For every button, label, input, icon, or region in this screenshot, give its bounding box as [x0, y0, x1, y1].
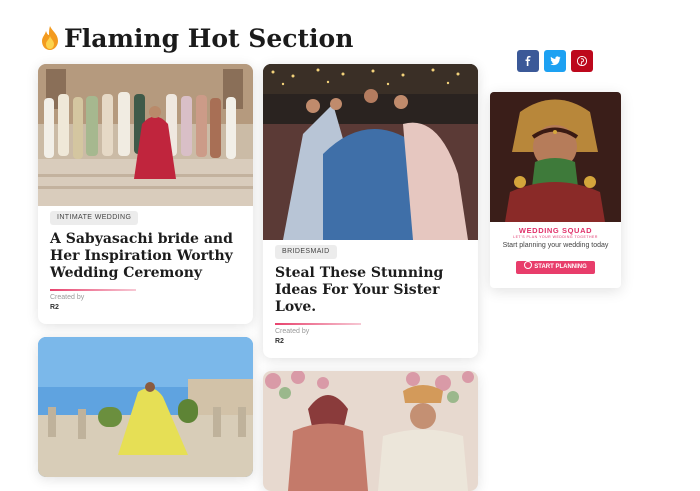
promo-card[interactable]: WEDDING SQUAD LET'S PLAN YOUR WEDDING TO…: [490, 92, 621, 288]
post-title[interactable]: A Sabyasachi bride and Her Inspiration W…: [50, 231, 241, 282]
facebook-share-button[interactable]: [517, 50, 539, 72]
promo-brand-tagline: LET'S PLAN YOUR WEDDING TOGETHER: [513, 235, 598, 239]
start-planning-button[interactable]: START PLANNING: [516, 261, 595, 274]
promo-text: Start planning your wedding today: [502, 242, 609, 249]
post-image[interactable]: [263, 371, 478, 491]
post-card[interactable]: INTIMATE WEDDING A Sabyasachi bride and …: [38, 64, 253, 324]
pinterest-icon: [577, 56, 587, 66]
post-image[interactable]: [263, 64, 478, 240]
post-tag[interactable]: BRIDESMAID: [275, 245, 337, 259]
fire-icon: [42, 26, 58, 50]
post-card[interactable]: [263, 371, 478, 491]
promo-brand: WEDDING SQUAD: [518, 226, 593, 235]
post-image[interactable]: [38, 337, 253, 477]
promo-image[interactable]: [490, 92, 621, 222]
post-image[interactable]: [38, 64, 253, 206]
post-divider: [275, 323, 361, 325]
post-title[interactable]: Steal These Stunning Ideas For Your Sist…: [275, 265, 466, 316]
post-card[interactable]: [38, 337, 253, 477]
post-tag[interactable]: INTIMATE WEDDING: [50, 211, 139, 225]
post-divider: [50, 289, 136, 291]
start-planning-label: START PLANNING: [534, 264, 587, 270]
pinterest-share-button[interactable]: [571, 50, 593, 72]
facebook-icon: [525, 56, 531, 66]
twitter-share-button[interactable]: [544, 50, 566, 72]
post-author[interactable]: R2: [50, 304, 59, 311]
section-title-text: Flaming Hot Section: [64, 23, 354, 53]
created-by-label: Created by: [50, 294, 85, 301]
twitter-icon: [549, 56, 560, 66]
section-title: Flaming Hot Section: [38, 22, 353, 54]
check-circle-icon: [524, 261, 533, 269]
post-card[interactable]: BRIDESMAID Steal These Stunning Ideas Fo…: [263, 64, 478, 358]
created-by-label: Created by: [275, 328, 310, 335]
post-author[interactable]: R2: [275, 338, 284, 345]
